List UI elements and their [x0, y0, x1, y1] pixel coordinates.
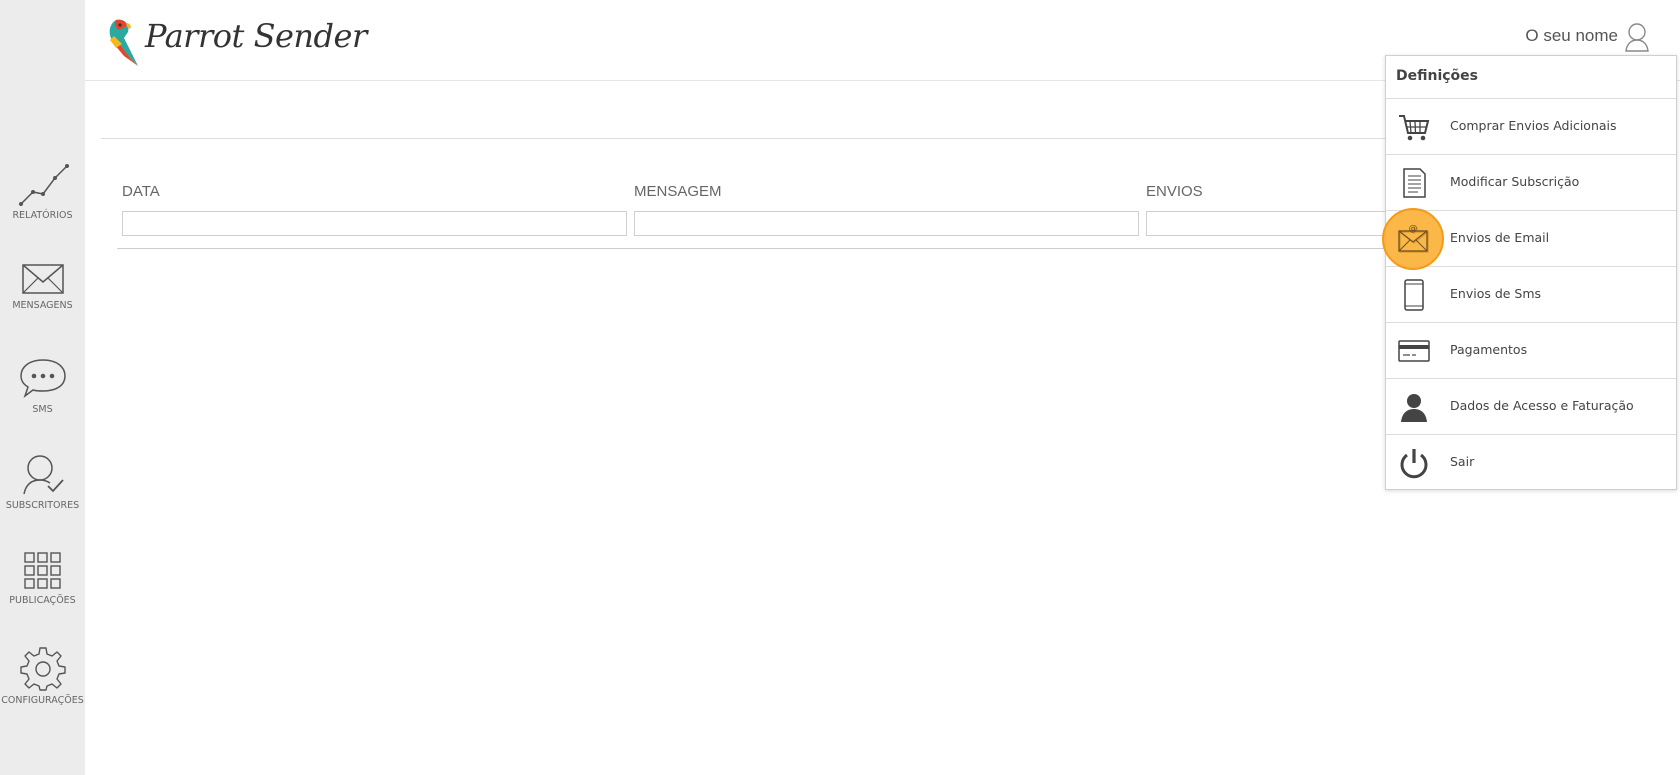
user-menu[interactable]: O seu nome: [1525, 22, 1650, 52]
user-avatar-icon: [1625, 23, 1649, 52]
phone-icon: [1404, 279, 1424, 311]
filter-data-input[interactable]: [122, 211, 627, 236]
gear-icon: [19, 647, 66, 691]
brand-name[interactable]: Parrot Sender: [145, 17, 367, 55]
menu-item-envios-sms[interactable]: Envios de Sms: [1386, 266, 1676, 322]
filter-envios-input[interactable]: [1146, 211, 1386, 236]
sidebar-item-sms[interactable]: SMS: [0, 356, 85, 415]
sidebar-item-subscritores[interactable]: SUBSCRITORES: [0, 452, 85, 511]
chat-bubble-icon: [19, 359, 66, 399]
menu-item-label: Pagamentos: [1450, 342, 1528, 357]
person-icon: [1401, 394, 1427, 422]
settings-dropdown: Definições Comprar Envios Adicionais Mod…: [1385, 55, 1677, 490]
chart-line-icon: [18, 164, 69, 206]
dropdown-title: Definições: [1396, 68, 1479, 84]
svg-text:@: @: [1409, 224, 1418, 234]
sidebar: RELATÓRIOS MENSAGENS SMS SUBSCRITORES PU…: [0, 0, 85, 775]
sidebar-item-label: CONFIGURAÇÕES: [1, 695, 84, 706]
grid-icon: [23, 552, 61, 589]
menu-item-label: Modificar Subscrição: [1450, 174, 1580, 189]
sidebar-item-label: SMS: [32, 404, 53, 415]
power-icon: [1400, 449, 1428, 479]
column-header-mensagem: MENSAGEM: [634, 183, 722, 200]
filter-mensagem-input[interactable]: [634, 211, 1139, 236]
column-header-envios: ENVIOS: [1146, 183, 1203, 200]
sidebar-item-label: RELATÓRIOS: [12, 210, 73, 221]
menu-item-sair[interactable]: Sair: [1386, 434, 1676, 490]
document-icon: [1403, 168, 1426, 198]
menu-item-dados-acesso[interactable]: Dados de Acesso e Faturação: [1386, 378, 1676, 434]
user-name: O seu nome: [1525, 26, 1618, 45]
column-header-data: DATA: [122, 183, 160, 200]
sidebar-item-label: PUBLICAÇÕES: [9, 595, 76, 606]
email-at-icon: @: [1398, 224, 1428, 252]
sidebar-item-relatorios[interactable]: RELATÓRIOS: [0, 160, 85, 221]
credit-card-icon: [1398, 340, 1430, 362]
menu-item-pagamentos[interactable]: Pagamentos: [1386, 322, 1676, 378]
menu-item-label: Envios de Email: [1450, 230, 1550, 245]
table-header-divider: [117, 248, 1517, 249]
menu-item-label: Dados de Acesso e Faturação: [1450, 398, 1634, 413]
content-divider: [101, 138, 1521, 139]
cart-icon: [1399, 115, 1430, 141]
sidebar-item-label: MENSAGENS: [12, 300, 73, 311]
menu-item-label: Sair: [1450, 454, 1475, 469]
menu-item-label: Comprar Envios Adicionais: [1450, 118, 1617, 133]
menu-item-label: Envios de Sms: [1450, 286, 1542, 301]
parrot-logo-icon: [109, 19, 138, 66]
user-check-icon: [22, 455, 64, 495]
sidebar-item-publicacoes[interactable]: PUBLICAÇÕES: [0, 551, 85, 606]
envelope-icon: [21, 264, 64, 294]
sidebar-item-mensagens[interactable]: MENSAGENS: [0, 262, 85, 311]
menu-item-modificar-subscricao[interactable]: Modificar Subscrição: [1386, 154, 1676, 210]
sidebar-item-configuracoes[interactable]: CONFIGURAÇÕES: [0, 645, 85, 706]
menu-item-comprar-envios[interactable]: Comprar Envios Adicionais: [1386, 98, 1676, 154]
sidebar-item-label: SUBSCRITORES: [5, 500, 80, 511]
